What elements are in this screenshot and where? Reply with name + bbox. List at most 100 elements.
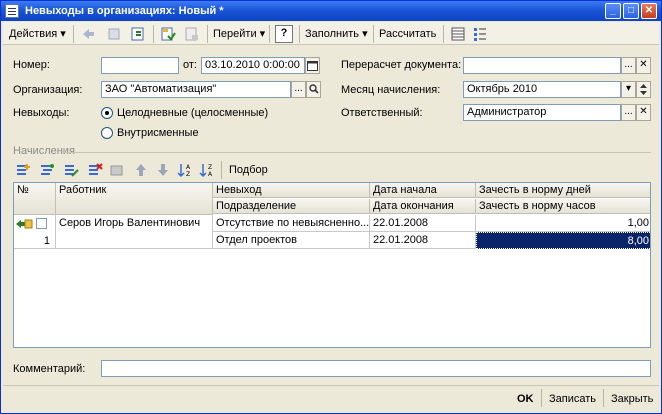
actions-menu[interactable]: Действия ▾ [9,26,66,42]
column-header-department[interactable]: Подразделение [213,199,370,214]
refresh-icon[interactable] [129,25,147,43]
svg-text:A: A [208,171,213,178]
month-label: Месяц начисления: [341,84,441,96]
disabled-doc-icon[interactable] [105,25,123,43]
responsible-field[interactable]: Администратор [463,104,621,121]
organization-label: Организация: [13,84,83,96]
number-field[interactable] [101,57,179,74]
organization-select-button[interactable]: ... [291,81,306,98]
radio-intrashift[interactable] [101,127,113,139]
column-header-norm-days[interactable]: Зачесть в норму дней [476,183,650,198]
svg-text:Z: Z [208,164,212,171]
goto-label: Перейти [213,28,257,40]
toolbar-separator [207,25,208,43]
calculate-button[interactable]: Рассчитать [379,26,436,42]
unpost-icon[interactable] [183,25,201,43]
structure-icon[interactable] [471,25,489,43]
close-button[interactable]: Закрыть [611,390,653,408]
sort-asc-icon[interactable]: AZ [177,162,193,178]
toolbar-separator [221,161,222,179]
row-checkbox[interactable] [36,218,47,229]
sort-desc-icon[interactable]: ZA [199,162,215,178]
column-header-date-start[interactable]: Дата начала [370,183,476,198]
help-button[interactable]: ? [275,25,293,43]
calendar-icon[interactable] [305,57,320,74]
month-dropdown-icon[interactable]: ▾ [621,81,636,98]
fill-label: Заполнить [305,28,360,40]
column-header-date-end[interactable]: Дата окончания [370,199,476,214]
date-from-label: от: [183,59,197,71]
ok-button[interactable]: OK [517,390,534,408]
cell-norm-hours-selected[interactable]: 8,00 [476,232,650,249]
toolbar: Действия ▾ Перейти ▾ ? Заполнить ▾ Рассч [3,22,659,45]
organization-field[interactable]: ЗАО "Автоматизация" [101,81,291,98]
move-up-icon[interactable] [133,162,149,178]
close-window-button[interactable]: ✕ [641,3,657,19]
post-document-icon[interactable] [159,25,177,43]
minimize-button[interactable]: _ [605,3,621,19]
toolbar-separator [299,25,300,43]
fill-menu[interactable]: Заполнить ▾ [305,26,368,42]
back-icon[interactable] [79,25,97,43]
end-edit-icon[interactable] [109,162,125,178]
date-field[interactable]: 03.10.2010 0:00:00 [201,57,305,74]
toolbar-separator [73,25,74,43]
recalc-field[interactable] [463,57,621,74]
responsible-select-button[interactable]: ... [621,104,636,121]
accruals-table: № Работник Невыход Подразделение Дата на… [13,182,651,348]
responsible-clear-icon[interactable]: ✕ [636,104,651,121]
recalc-select-button[interactable]: ... [621,57,636,74]
column-header-num[interactable]: № [14,183,56,215]
column-header-norm-hours[interactable]: Зачесть в норму часов [476,199,650,214]
dropdown-arrow-icon: ▾ [362,28,368,40]
svg-text:Z: Z [186,171,190,178]
actions-label: Действия [9,28,58,40]
column-header-worker[interactable]: Работник [56,183,213,215]
number-label: Номер: [13,59,50,71]
delete-row-icon[interactable] [87,162,103,178]
table-row[interactable]: 1 [14,215,56,249]
organization-open-icon[interactable] [306,81,321,98]
window-title: Невыходы в организациях: Новый * [25,5,224,17]
absences-label: Невыходы: [13,107,70,119]
copy-row-icon[interactable] [39,162,55,178]
toolbar-separator [443,25,444,43]
toolbar-separator [153,25,154,43]
dropdown-arrow-icon: ▾ [259,28,266,40]
svg-text:A: A [186,164,191,171]
maximize-button[interactable]: □ [623,3,639,19]
recalc-label: Перерасчет документа: [341,59,462,71]
cell-department[interactable]: Отдел проектов [213,232,370,249]
comment-field[interactable] [101,360,651,377]
section-divider [63,152,651,153]
move-down-icon[interactable] [155,162,171,178]
cell-date-start[interactable]: 22.01.2008 [370,215,476,232]
column-header-absence[interactable]: Невыход [213,183,370,198]
footer-divider [3,385,659,386]
month-field[interactable]: Октябрь 2010 [463,81,621,98]
document-icon [5,4,19,18]
responsible-label: Ответственный: [341,107,423,119]
document-window: Невыходы в организациях: Новый * _ □ ✕ Д… [0,0,662,414]
footer-separator [603,389,604,407]
add-row-icon[interactable] [15,162,31,178]
dropdown-arrow-icon: ▾ [60,28,66,40]
toolbar-separator [269,25,270,43]
title-bar: Невыходы в организациях: Новый * _ □ ✕ [1,1,661,21]
month-spin-icon[interactable] [636,81,651,98]
row-number: 1 [43,235,50,247]
selection-button[interactable]: Подбор [229,164,268,176]
cell-date-end[interactable]: 22.01.2008 [370,232,476,249]
cell-norm-days[interactable]: 1,00 [476,215,650,232]
goto-menu[interactable]: Перейти ▾ [213,26,265,42]
radio-fullday[interactable] [101,107,113,119]
edit-row-icon[interactable] [63,162,79,178]
cell-absence[interactable]: Отсутствие по невыясненно... [213,215,370,232]
cell-worker[interactable]: Серов Игорь Валентинович [56,215,213,249]
recalc-clear-icon[interactable]: ✕ [636,57,651,74]
save-button[interactable]: Записать [549,390,596,408]
accruals-section-title: Начисления [13,145,75,157]
radio-intrashift-label: Внутрисменные [117,127,199,139]
table-view-icon[interactable] [449,25,467,43]
toolbar-separator [373,25,374,43]
